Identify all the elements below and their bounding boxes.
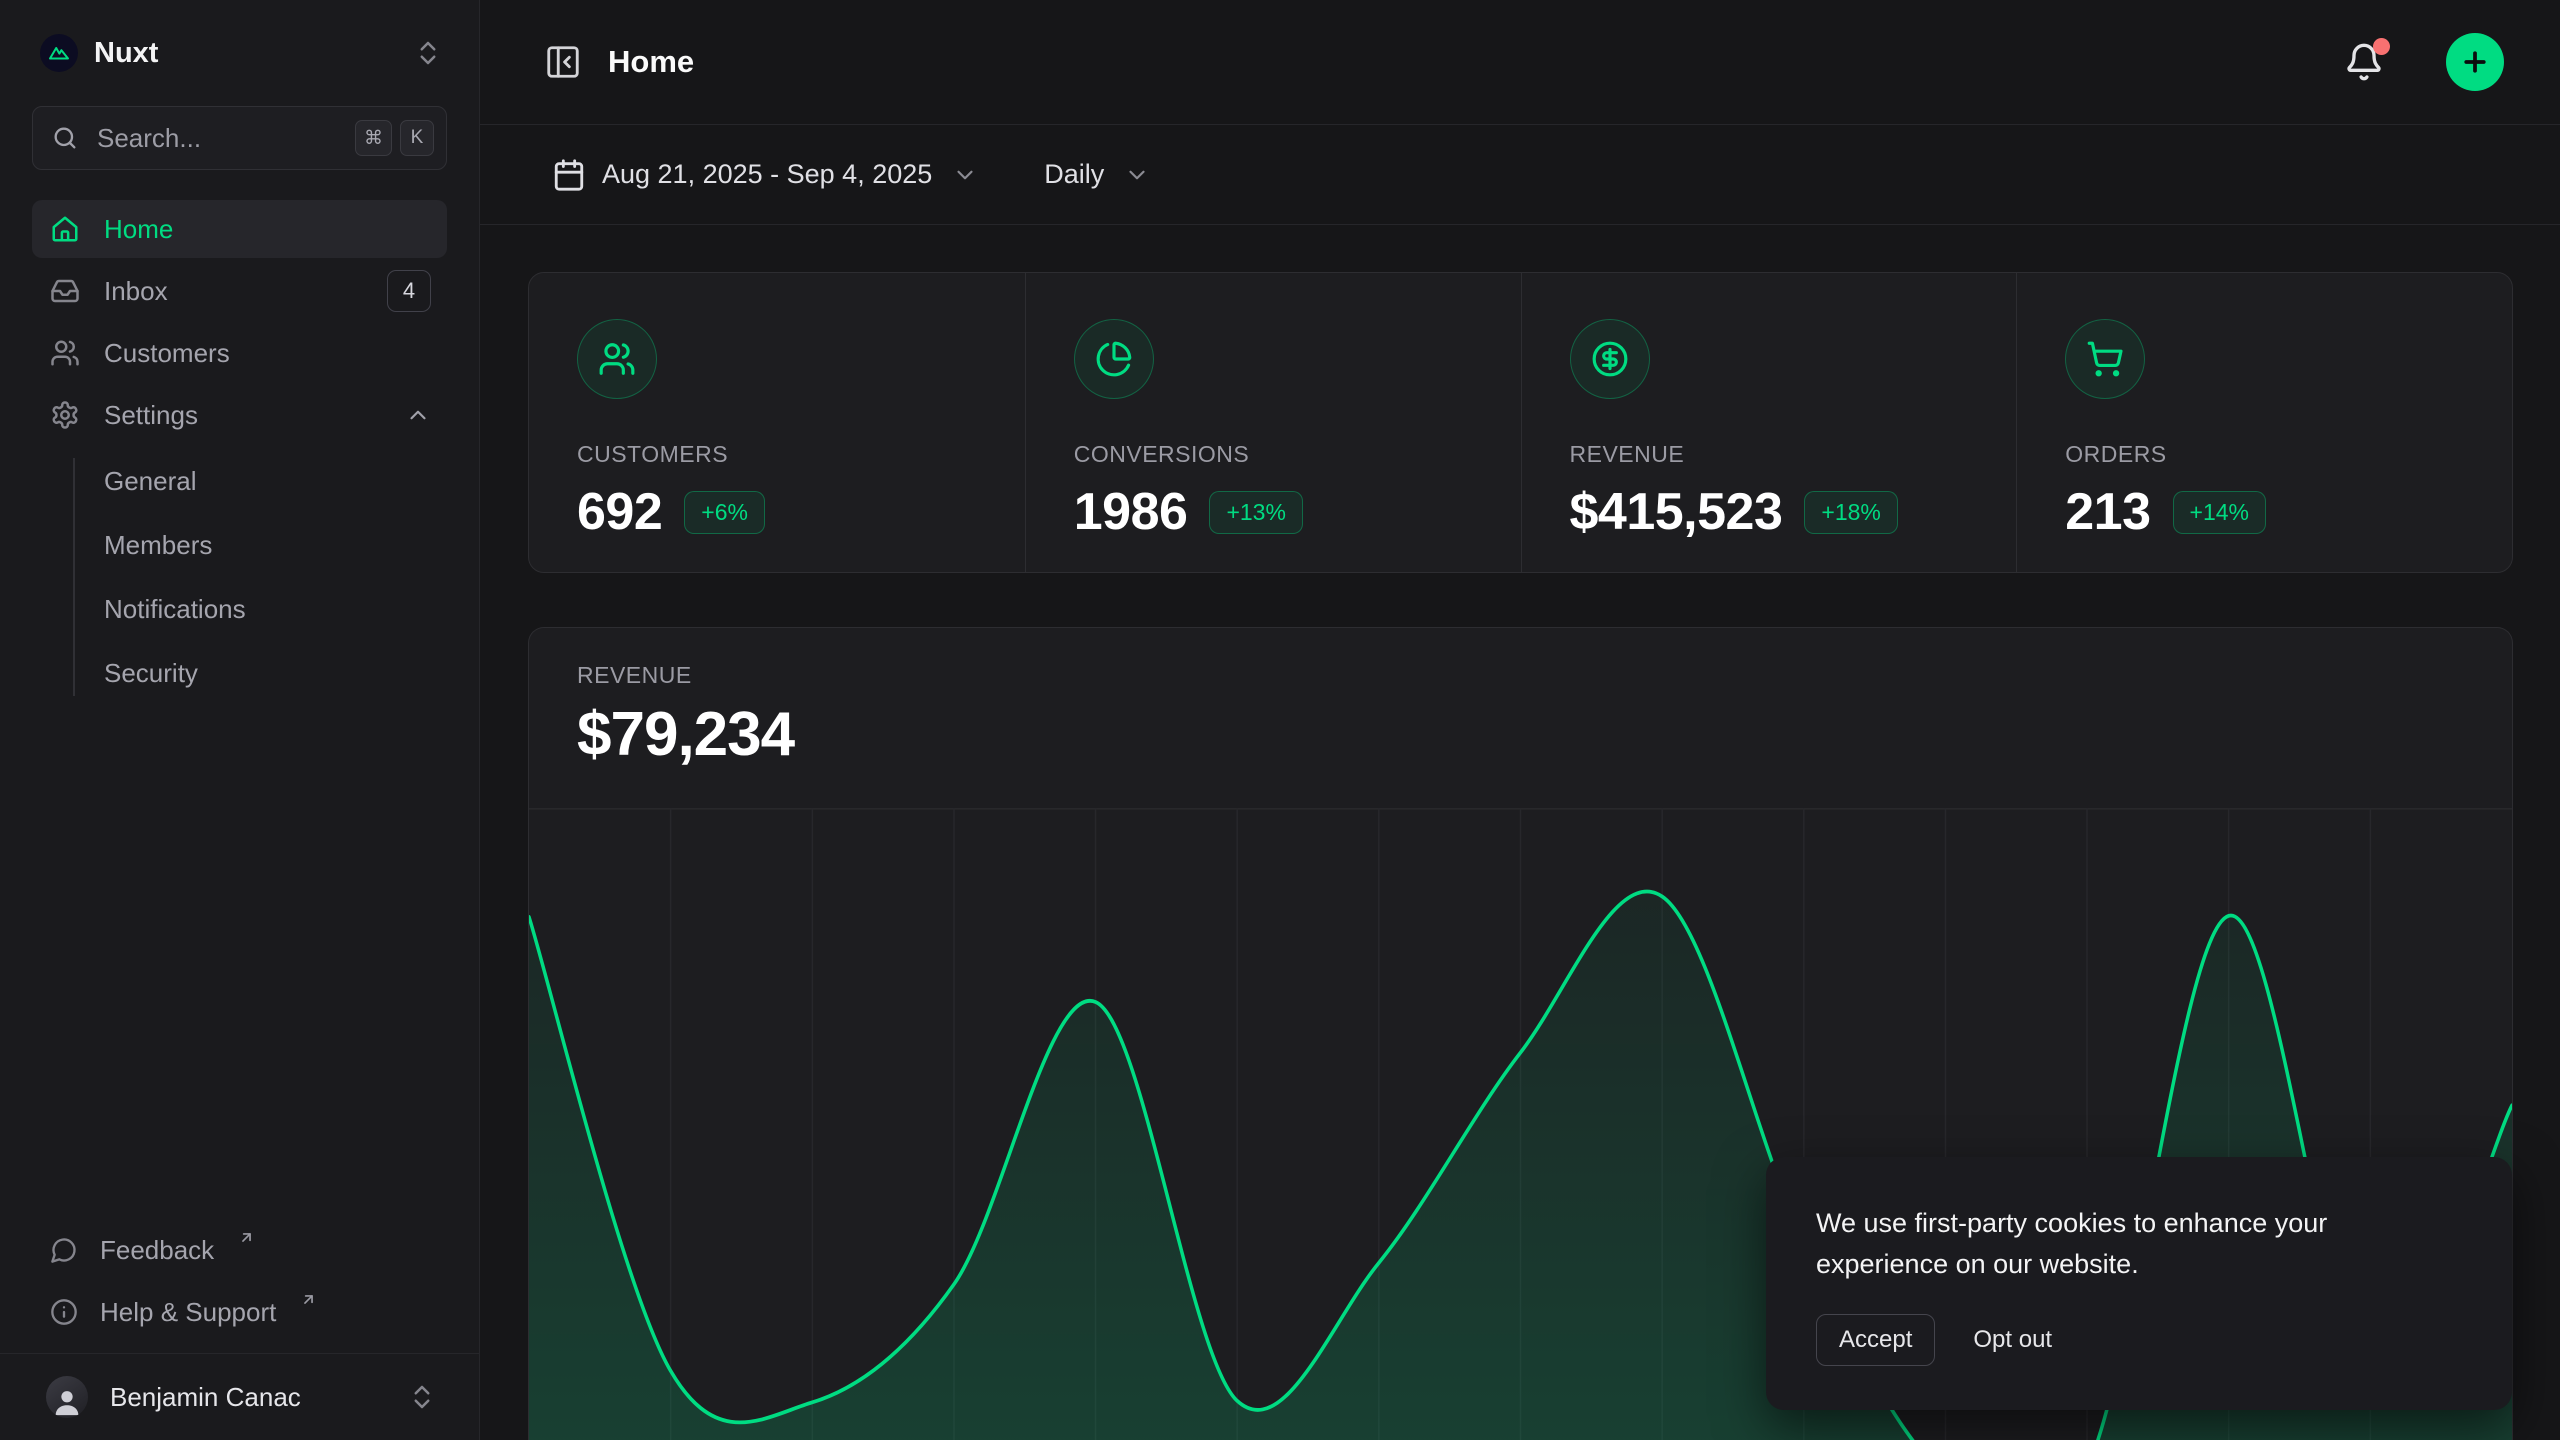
- search-icon: [51, 124, 79, 152]
- stat-value: 213: [2065, 482, 2150, 542]
- stats-panel: CUSTOMERS 692 +6% CONVERSIONS 1986 +13%: [528, 272, 2513, 573]
- add-button[interactable]: [2446, 33, 2504, 91]
- notifications-button[interactable]: [2344, 42, 2384, 82]
- stat-value: 1986: [1074, 482, 1188, 542]
- users-icon: [50, 338, 80, 368]
- info-circle-icon: [50, 1298, 78, 1326]
- search-placeholder: Search...: [97, 123, 337, 154]
- cookie-banner: We use first-party cookies to enhance yo…: [1766, 1157, 2512, 1410]
- feedback-label: Feedback: [100, 1235, 214, 1266]
- sidebar-item-label: Home: [104, 214, 431, 245]
- cookie-message: We use first-party cookies to enhance yo…: [1816, 1203, 2416, 1284]
- dashboard-content: CUSTOMERS 692 +6% CONVERSIONS 1986 +13%: [480, 225, 2560, 1440]
- nuxt-logo-icon: [40, 34, 78, 72]
- stat-delta-badge: +6%: [684, 491, 765, 534]
- sidebar-item-customers[interactable]: Customers: [32, 324, 447, 382]
- granularity-select[interactable]: Daily: [1036, 149, 1158, 200]
- stat-card-orders: ORDERS 213 +14%: [2016, 273, 2512, 573]
- sidebar-footer: Feedback Help & Support Benjamin Canac: [32, 1219, 447, 1440]
- page-header: Home: [480, 0, 2560, 125]
- stat-delta-badge: +18%: [1804, 491, 1897, 534]
- stat-card-conversions: CONVERSIONS 1986 +13%: [1025, 273, 1521, 573]
- kbd-k: K: [400, 120, 434, 156]
- sidebar-item-label: Settings: [104, 400, 381, 431]
- stat-value: $415,523: [1570, 482, 1783, 542]
- revenue-chart-total: $79,234: [577, 699, 2464, 770]
- inbox-icon: [50, 276, 80, 306]
- search-input[interactable]: Search... ⌘ K: [32, 106, 447, 170]
- page-title: Home: [608, 44, 2318, 80]
- stat-label: CUSTOMERS: [577, 441, 977, 468]
- chevron-down-icon: [1124, 162, 1150, 188]
- pie-chart-icon: [1074, 319, 1154, 399]
- external-link-icon: [300, 1291, 317, 1308]
- main-area: Home Aug 21, 2025 - Sep 4, 2025 Daily: [480, 0, 2560, 1440]
- revenue-chart-label: REVENUE: [577, 662, 2464, 689]
- gear-icon: [50, 400, 80, 430]
- avatar: [46, 1376, 88, 1418]
- filter-bar: Aug 21, 2025 - Sep 4, 2025 Daily: [480, 125, 2560, 225]
- sidebar-item-settings[interactable]: Settings: [32, 386, 447, 444]
- help-support-label: Help & Support: [100, 1297, 276, 1328]
- sidebar-nav: Home Inbox 4 Customers Settings Ge: [32, 200, 447, 704]
- date-range-value: Aug 21, 2025 - Sep 4, 2025: [602, 159, 932, 190]
- home-icon: [50, 214, 80, 244]
- users-icon: [577, 319, 657, 399]
- sidebar-toggle-button[interactable]: [544, 43, 582, 81]
- stat-label: REVENUE: [1570, 441, 1969, 468]
- notification-dot: [2373, 38, 2390, 55]
- kbd-meta: ⌘: [355, 120, 392, 156]
- shopping-cart-icon: [2065, 319, 2145, 399]
- settings-sub-list: General Members Notifications Security: [73, 450, 447, 704]
- sidebar-item-security[interactable]: Security: [104, 642, 447, 704]
- chevrons-up-down-icon: [407, 1382, 437, 1412]
- workspace-name: Nuxt: [94, 37, 397, 70]
- chevron-up-icon: [405, 402, 431, 428]
- accept-cookies-button[interactable]: Accept: [1816, 1314, 1935, 1366]
- stat-delta-badge: +14%: [2173, 491, 2266, 534]
- sidebar-item-home[interactable]: Home: [32, 200, 447, 258]
- chevron-down-icon: [952, 162, 978, 188]
- inbox-count-badge: 4: [387, 270, 431, 312]
- message-circle-icon: [50, 1236, 78, 1264]
- feedback-link[interactable]: Feedback: [32, 1219, 447, 1281]
- stat-card-customers: CUSTOMERS 692 +6%: [529, 273, 1025, 573]
- calendar-icon: [552, 158, 586, 192]
- stat-label: CONVERSIONS: [1074, 441, 1473, 468]
- revenue-chart-header: REVENUE $79,234: [529, 628, 2512, 770]
- external-link-icon: [238, 1229, 255, 1246]
- optout-cookies-button[interactable]: Opt out: [1973, 1326, 2052, 1354]
- sidebar-item-members[interactable]: Members: [104, 514, 447, 576]
- sidebar-item-inbox[interactable]: Inbox 4: [32, 262, 447, 320]
- date-range-picker[interactable]: Aug 21, 2025 - Sep 4, 2025: [544, 148, 986, 202]
- stat-label: ORDERS: [2065, 441, 2464, 468]
- chevrons-up-down-icon: [413, 38, 443, 68]
- workspace-selector[interactable]: Nuxt: [32, 22, 447, 84]
- sidebar-item-label: Inbox: [104, 276, 363, 307]
- granularity-value: Daily: [1044, 159, 1104, 190]
- sidebar-item-general[interactable]: General: [104, 450, 447, 512]
- stat-value: 692: [577, 482, 662, 542]
- circle-dollar-icon: [1570, 319, 1650, 399]
- search-shortcut: ⌘ K: [355, 120, 434, 156]
- stat-card-revenue: REVENUE $415,523 +18%: [1521, 273, 2017, 573]
- help-support-link[interactable]: Help & Support: [32, 1281, 447, 1343]
- sidebar: Nuxt Search... ⌘ K Home Inbox 4: [0, 0, 480, 1440]
- stat-delta-badge: +13%: [1209, 491, 1302, 534]
- user-menu[interactable]: Benjamin Canac: [32, 1354, 447, 1440]
- sidebar-item-label: Customers: [104, 338, 431, 369]
- user-name: Benjamin Canac: [110, 1382, 385, 1413]
- sidebar-item-notifications[interactable]: Notifications: [104, 578, 447, 640]
